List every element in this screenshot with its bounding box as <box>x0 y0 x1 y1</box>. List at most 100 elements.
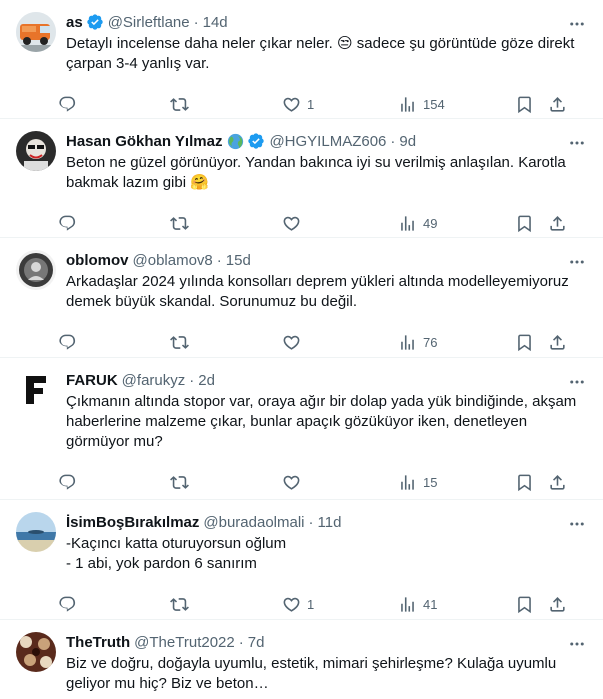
author-name[interactable]: FARUK <box>66 372 118 389</box>
timestamp[interactable]: 7d <box>248 634 265 651</box>
bookmark-button[interactable] <box>515 206 534 240</box>
tweet[interactable]: as @Sirleftlane · 14d Detaylı incelense … <box>0 0 603 119</box>
more-options-button[interactable] <box>567 514 587 534</box>
separator-dot: · <box>216 251 222 269</box>
author-name[interactable]: TheTruth <box>66 634 130 651</box>
separator-dot: · <box>238 633 244 651</box>
views-chart-icon <box>401 215 414 231</box>
share-icon <box>550 596 565 612</box>
share-button[interactable] <box>548 325 567 359</box>
portrait-stamp-avatar-icon <box>16 250 56 290</box>
tweet[interactable]: oblomov @oblamov8 · 15d Arkadaşlar 2024 … <box>0 238 603 358</box>
retweet-button[interactable] <box>170 325 195 359</box>
separator-dot: · <box>308 513 314 531</box>
reply-button[interactable] <box>58 465 83 499</box>
author-handle[interactable]: @farukyz <box>122 372 186 389</box>
tweet[interactable]: TheTruth @TheTrut2022 · 7d Biz ve doğru,… <box>0 620 603 699</box>
more-options-button[interactable] <box>567 372 587 392</box>
avatar[interactable] <box>16 512 56 552</box>
letter-f-avatar-icon <box>16 370 56 410</box>
author-handle[interactable]: @HGYILMAZ606 <box>269 133 386 150</box>
reply-button[interactable] <box>58 206 83 240</box>
more-options-button[interactable] <box>567 14 587 34</box>
more-options-button[interactable] <box>567 133 587 153</box>
retweet-button[interactable] <box>170 465 195 499</box>
retweet-icon <box>170 216 189 230</box>
timestamp[interactable]: 11d <box>318 514 342 531</box>
share-button[interactable] <box>548 206 567 240</box>
views-button[interactable]: 154 <box>398 87 445 121</box>
share-icon <box>550 96 565 112</box>
reply-button[interactable] <box>58 87 83 121</box>
like-button[interactable]: 1 <box>282 87 314 121</box>
heart-icon <box>283 335 300 350</box>
share-button[interactable] <box>548 87 567 121</box>
like-button[interactable] <box>282 465 307 499</box>
retweet-icon <box>170 475 189 489</box>
reply-button[interactable] <box>58 325 83 359</box>
like-button[interactable]: 1 <box>282 587 314 621</box>
author-handle[interactable]: @TheTrut2022 <box>134 634 235 651</box>
reply-icon <box>59 215 76 231</box>
bookmark-button[interactable] <box>515 87 534 121</box>
pattern-avatar-icon <box>16 632 56 672</box>
heart-icon <box>283 97 300 112</box>
heart-icon <box>283 216 300 231</box>
reply-button[interactable] <box>58 587 83 621</box>
views-chart-icon <box>401 334 414 350</box>
tweet[interactable]: Hasan Gökhan Yılmaz @HGYILMAZ606 · 9d Be… <box>0 119 603 238</box>
avatar[interactable] <box>16 250 56 290</box>
timestamp[interactable]: 2d <box>198 372 215 389</box>
retweet-icon <box>170 597 189 611</box>
tweet-text: Çıkmanın altında stopor var, oraya ağır … <box>66 393 577 450</box>
bookmark-button[interactable] <box>515 325 534 359</box>
tweet[interactable]: İsimBoşBırakılmaz @buradaolmali · 11d -K… <box>0 500 603 620</box>
views-button[interactable]: 41 <box>398 587 437 621</box>
more-options-button[interactable] <box>567 634 587 654</box>
author-handle[interactable]: @buradaolmali <box>203 514 304 531</box>
more-dots-icon <box>570 522 584 526</box>
retweet-button[interactable] <box>170 206 195 240</box>
avatar[interactable] <box>16 131 56 171</box>
author-name[interactable]: as <box>66 14 83 31</box>
tweet-text: Arkadaşlar 2024 yılında konsolları depre… <box>66 273 569 310</box>
author-name[interactable]: Hasan Gökhan Yılmaz <box>66 133 222 150</box>
verified-badge-icon[interactable] <box>247 132 265 150</box>
views-chart-icon <box>401 474 414 490</box>
share-icon <box>550 334 565 350</box>
share-icon <box>550 215 565 231</box>
author-handle[interactable]: @oblamov8 <box>133 252 213 269</box>
share-button[interactable] <box>548 465 567 499</box>
bookmark-button[interactable] <box>515 587 534 621</box>
more-dots-icon <box>570 260 584 264</box>
tweet-text: Beton ne güzel görünüyor. Yandan bakınca… <box>66 154 566 191</box>
tweet[interactable]: FARUK @farukyz · 2d Çıkmanın altında sto… <box>0 358 603 500</box>
author-name[interactable]: oblomov <box>66 252 129 269</box>
avatar[interactable] <box>16 12 56 52</box>
timestamp[interactable]: 14d <box>203 14 228 31</box>
views-button[interactable]: 49 <box>398 206 437 240</box>
heart-icon <box>283 597 300 612</box>
like-button[interactable] <box>282 325 307 359</box>
views-button[interactable]: 15 <box>398 465 437 499</box>
like-button[interactable] <box>282 206 307 240</box>
avatar[interactable] <box>16 370 56 410</box>
timestamp[interactable]: 15d <box>226 252 251 269</box>
retweet-button[interactable] <box>170 87 195 121</box>
bookmark-button[interactable] <box>515 465 534 499</box>
separator-dot: · <box>193 13 199 31</box>
separator-dot: · <box>189 371 195 389</box>
author-name[interactable]: İsimBoşBırakılmaz <box>66 514 199 531</box>
verified-badge-icon[interactable] <box>86 13 104 31</box>
timestamp[interactable]: 9d <box>399 133 416 150</box>
retweet-button[interactable] <box>170 587 195 621</box>
author-handle[interactable]: @Sirleftlane <box>108 14 190 31</box>
person-avatar-icon <box>16 131 56 171</box>
share-button[interactable] <box>548 587 567 621</box>
seascape-avatar-icon <box>16 512 56 552</box>
views-button[interactable]: 76 <box>398 325 437 359</box>
views-chart-icon <box>401 96 414 112</box>
orange-van-avatar-icon <box>16 12 56 52</box>
avatar[interactable] <box>16 632 56 672</box>
more-options-button[interactable] <box>567 252 587 272</box>
